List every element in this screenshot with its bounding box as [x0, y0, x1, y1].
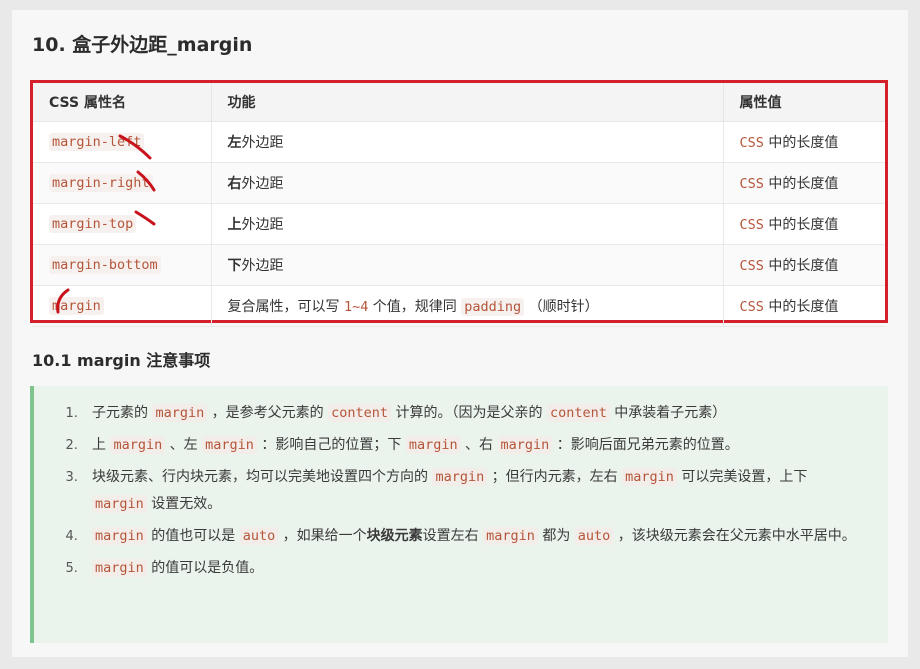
- note-text: ，如果给一个: [278, 528, 367, 544]
- note-text: ：影响自己的位置；下: [256, 437, 406, 453]
- notes-callout: 子元素的 margin ，是参考父元素的 content 计算的。（因为是父亲的…: [30, 386, 888, 643]
- note-text: 的值可以是负值。: [146, 560, 264, 576]
- prop-code: margin-right: [49, 174, 153, 192]
- inline-code: auto: [574, 527, 614, 545]
- header-value: 属性值: [723, 83, 885, 122]
- fn-code: padding: [461, 298, 525, 316]
- header-property-name: CSS 属性名: [33, 83, 212, 122]
- section-title: 10. 盒子外边距_margin: [32, 34, 253, 56]
- value-code: CSS: [739, 135, 764, 151]
- value-text: 中的长度值: [763, 135, 839, 151]
- value-text: 中的长度值: [763, 258, 839, 274]
- inline-code: margin: [110, 436, 166, 454]
- fn-bold: 左: [227, 135, 242, 151]
- note-text: 都为: [537, 528, 575, 544]
- note-text: ：影响后面兄弟元素的位置。: [552, 437, 739, 453]
- fn-text: （顺时针）: [524, 299, 599, 315]
- table-cell-prop: margin-left: [33, 121, 212, 163]
- table-row: margin-right 右外边距 CSS 中的长度值: [33, 162, 885, 204]
- inline-code: auto: [239, 527, 279, 545]
- inline-code: margin: [405, 436, 461, 454]
- value-code: CSS: [739, 176, 764, 192]
- table-cell-fn: 下外边距: [211, 244, 724, 286]
- properties-table: CSS 属性名 功能 属性值 margin-left 左外边距 CSS 中的长度…: [33, 83, 885, 327]
- value-text: 中的长度值: [763, 176, 839, 192]
- note-text: ，该块级元素会在父元素中水平居中。: [613, 528, 856, 544]
- margin-properties-table: CSS 属性名 功能 属性值 margin-left 左外边距 CSS 中的长度…: [30, 80, 888, 327]
- prop-code: margin-bottom: [49, 256, 161, 274]
- note-text: 计算的。（因为是父亲的: [391, 405, 547, 421]
- fn-text: 外边距: [241, 135, 284, 151]
- table-row: margin-bottom 下外边距 CSS 中的长度值: [33, 244, 885, 286]
- subsection-title: 10.1 margin 注意事项: [32, 351, 211, 370]
- list-item: margin 的值可以是负值。: [82, 555, 864, 582]
- table-cell-value: CSS 中的长度值: [723, 121, 885, 163]
- note-text: 中承装着子元素）: [609, 405, 727, 421]
- fn-bold: 下: [227, 258, 242, 274]
- table-cell-prop: margin-top: [33, 203, 212, 245]
- notes-list: 子元素的 margin ，是参考父元素的 content 计算的。（因为是父亲的…: [34, 386, 888, 582]
- fn-text: 外边距: [241, 176, 284, 192]
- inline-code: content: [328, 404, 392, 422]
- table-cell-prop: margin-bottom: [33, 244, 212, 286]
- inline-code: margin: [622, 468, 677, 486]
- note-text: 、右: [460, 437, 498, 453]
- fn-text: 个值，规律同: [368, 299, 462, 315]
- table-cell-value: CSS 中的长度值: [723, 203, 885, 245]
- inline-code: margin: [92, 527, 147, 545]
- note-text: 可以完美设置，上下: [676, 469, 808, 485]
- table-row: margin-top 上外边距 CSS 中的长度值: [33, 203, 885, 245]
- table-cell-fn: 右外边距: [211, 162, 724, 204]
- fn-text: 复合属性，可以写: [227, 299, 344, 315]
- table-cell-fn: 左外边距: [211, 121, 724, 163]
- document-page: 10. 盒子外边距_margin CSS 属性名 功能 属性值 margin-l…: [12, 10, 908, 657]
- prop-code: margin-top: [49, 215, 137, 233]
- value-text: 中的长度值: [763, 299, 839, 315]
- note-bold: 块级元素: [366, 528, 423, 544]
- table-cell-fn: 上外边距: [211, 203, 724, 245]
- fn-code: 1~4: [343, 299, 369, 315]
- table-header-row: CSS 属性名 功能 属性值: [33, 83, 885, 122]
- list-item: 块级元素、行内块元素，均可以完美地设置四个方向的 margin ；但行内元素，左…: [82, 464, 864, 518]
- note-text: 上: [92, 437, 111, 453]
- prop-code: margin-left: [49, 133, 145, 151]
- list-item: 上 margin 、左 margin ：影响自己的位置；下 margin 、右 …: [82, 432, 864, 459]
- note-text: 的值也可以是: [146, 528, 240, 544]
- table-cell-value: CSS 中的长度值: [723, 244, 885, 286]
- value-code: CSS: [739, 217, 764, 233]
- table-cell-fn: 复合属性，可以写 1~4 个值，规律同 padding （顺时针）: [211, 285, 724, 327]
- fn-text: 外边距: [241, 217, 284, 233]
- inline-code: margin: [432, 468, 488, 486]
- note-text: 子元素的: [92, 405, 153, 421]
- table-cell-prop: margin-right: [33, 162, 212, 204]
- fn-text: 外边距: [241, 258, 284, 274]
- note-text: 设置无效。: [146, 496, 222, 512]
- header-function: 功能: [211, 83, 724, 122]
- note-text: ；但行内元素，左右: [487, 469, 623, 485]
- table-row: margin 复合属性，可以写 1~4 个值，规律同 padding （顺时针）…: [33, 285, 885, 327]
- value-text: 中的长度值: [763, 217, 839, 233]
- inline-code: margin: [202, 436, 257, 454]
- list-item: margin 的值也可以是 auto ，如果给一个块级元素设置左右 margin…: [82, 523, 864, 550]
- note-text: 块级元素、行内块元素，均可以完美地设置四个方向的: [92, 469, 433, 485]
- prop-code: margin: [49, 297, 104, 315]
- fn-bold: 上: [227, 217, 242, 233]
- list-item: 子元素的 margin ，是参考父元素的 content 计算的。（因为是父亲的…: [82, 400, 864, 427]
- note-text: 、左: [165, 437, 203, 453]
- inline-code: margin: [497, 436, 553, 454]
- note-text: ，是参考父元素的: [207, 405, 329, 421]
- table-row: margin-left 左外边距 CSS 中的长度值: [33, 121, 885, 163]
- table-cell-value: CSS 中的长度值: [723, 162, 885, 204]
- note-text: 设置左右: [422, 528, 484, 544]
- table-cell-value: CSS 中的长度值: [723, 285, 885, 327]
- inline-code: margin: [152, 404, 208, 422]
- value-code: CSS: [739, 299, 764, 315]
- inline-code: content: [546, 404, 610, 422]
- table-cell-prop: margin: [33, 285, 212, 327]
- inline-code: margin: [92, 559, 147, 577]
- inline-code: margin: [92, 495, 147, 513]
- value-code: CSS: [739, 258, 764, 274]
- fn-bold: 右: [227, 176, 242, 192]
- inline-code: margin: [483, 527, 538, 545]
